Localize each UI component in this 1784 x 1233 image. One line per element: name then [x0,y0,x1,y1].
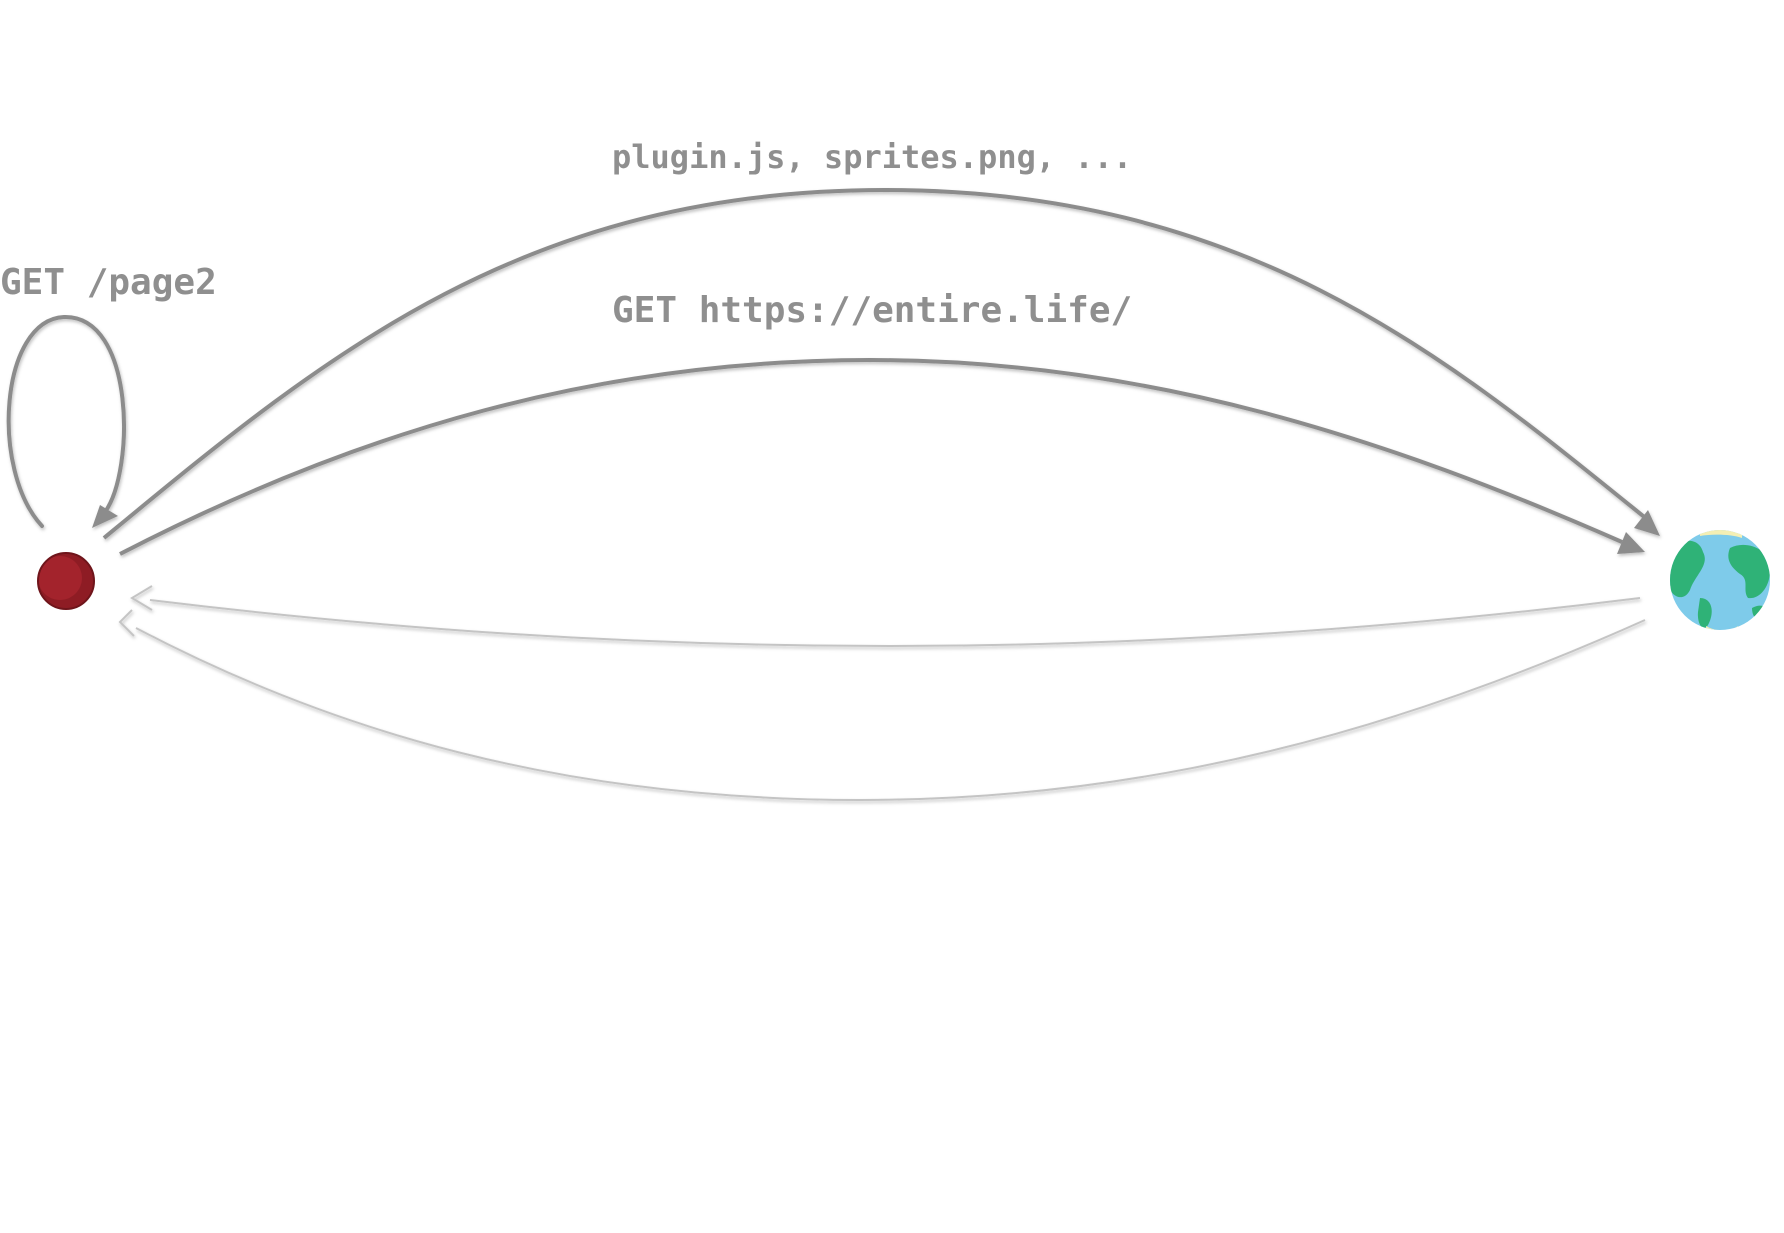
self-request-label: GET /page2 [0,262,217,303]
request-diagram: plugin.js, sprites.png, ... GET https://… [0,0,1784,1228]
self-loop-arrow [6,314,126,528]
main-request-arrow [119,357,1645,556]
response-arrow-1 [130,585,1641,648]
globe-icon [1670,530,1770,630]
assets-request-label: plugin.js, sprites.png, ... [612,138,1133,176]
assets-request-arrow [102,187,1660,540]
red-circle-icon [37,552,95,610]
response-arrow-2 [118,609,1646,802]
diagram-canvas [6,187,1770,802]
main-request-label: GET https://entire.life/ [612,290,1133,331]
